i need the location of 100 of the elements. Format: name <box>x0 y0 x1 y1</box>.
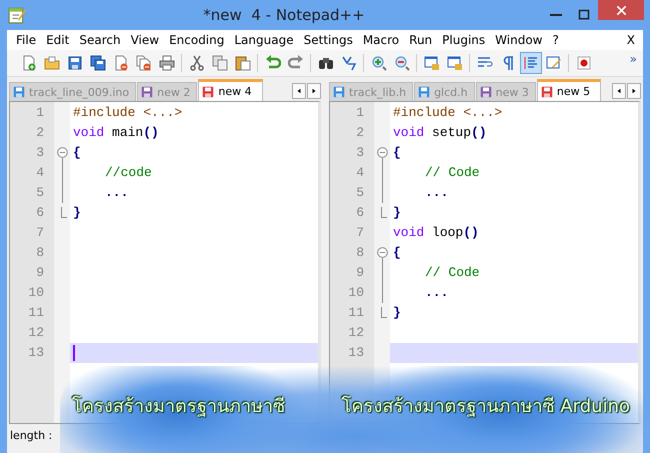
toolbar-overflow-button[interactable]: » <box>630 52 637 66</box>
line-number: 5 <box>355 184 365 202</box>
line-number: 3 <box>355 144 365 162</box>
panel-pen-icon <box>546 55 562 71</box>
line-number: 10 <box>347 284 365 302</box>
zoom-out-icon <box>394 55 410 71</box>
replace-icon <box>340 55 356 71</box>
file-tab[interactable]: new 5 <box>536 79 602 101</box>
menu-item[interactable]: View <box>126 33 164 47</box>
code-line: ... <box>425 284 448 302</box>
fold-end-line <box>61 207 67 218</box>
menu-item[interactable]: Macro <box>358 33 404 47</box>
line-number: 9 <box>355 264 365 282</box>
menu-item[interactable]: Language <box>229 33 299 47</box>
code-line: // Code <box>425 164 480 182</box>
code-line: void main() <box>73 124 159 142</box>
locked-window-icon <box>424 55 440 71</box>
caption: โครงสร้างมาตรฐานภาษาซี Arduino <box>342 394 630 419</box>
fold-end-line <box>381 207 387 218</box>
status-text: length : <box>10 428 52 442</box>
line-number: 4 <box>35 164 45 182</box>
zoom-in-icon <box>370 55 386 71</box>
redo-icon <box>288 55 304 71</box>
menu-item[interactable]: File <box>11 33 42 47</box>
tab-label: new 4 <box>218 85 252 98</box>
code-line: ... <box>425 184 448 202</box>
line-number: 2 <box>35 124 45 142</box>
tab-label: track_lib.h <box>349 86 406 98</box>
close-button[interactable] <box>598 0 644 20</box>
scroll-tabs-left-button[interactable] <box>612 83 626 99</box>
line-number: 1 <box>355 104 365 122</box>
code-line: #include <...> <box>73 104 182 122</box>
line-number: 9 <box>35 264 45 282</box>
line-number: 11 <box>27 304 45 322</box>
tab-label: new 5 <box>556 85 590 98</box>
code-line: { <box>393 244 401 262</box>
code-line: } <box>393 304 401 322</box>
menu-item[interactable]: Encoding <box>164 33 230 47</box>
line-number: 10 <box>27 284 45 302</box>
code-line: // Code <box>425 264 480 282</box>
code-line: ... <box>105 184 128 202</box>
close-document-button[interactable]: X <box>622 33 643 47</box>
code-line: void setup() <box>393 124 487 142</box>
menu-item[interactable]: Run <box>404 33 438 47</box>
fold-minus-icon[interactable] <box>376 247 388 258</box>
record-icon <box>576 55 592 71</box>
code-line: #include <...> <box>393 104 502 122</box>
close-icon <box>616 4 626 16</box>
save-all-icon <box>90 55 106 71</box>
scroll-tabs-right-button[interactable] <box>307 83 321 99</box>
line-number: 2 <box>355 124 365 142</box>
code-line: { <box>393 144 401 162</box>
code-line: } <box>393 204 401 222</box>
menu-item[interactable]: Search <box>74 33 126 47</box>
close-file-icon <box>112 55 128 71</box>
indent-guide-icon <box>522 55 538 71</box>
open-folder-icon <box>44 55 60 71</box>
text-caret <box>73 345 75 361</box>
copy-icon <box>212 55 228 71</box>
menu-item[interactable]: ? <box>547 33 564 47</box>
tab-label: new 3 <box>496 86 529 98</box>
fold-end-line <box>381 307 387 318</box>
line-number: 6 <box>355 204 365 222</box>
notepad-icon <box>8 6 26 24</box>
menu-item[interactable]: Settings <box>298 33 358 47</box>
fold-minus-icon[interactable] <box>56 147 68 158</box>
menu-item[interactable]: Plugins <box>437 33 490 47</box>
window-title: *new 4 - Notepad++ <box>202 6 366 24</box>
new-file-icon <box>20 55 36 71</box>
tab-label: glcd.h <box>434 86 468 98</box>
line-number: 5 <box>35 184 45 202</box>
line-number: 8 <box>35 244 45 262</box>
undo-icon <box>264 55 280 71</box>
fold-minus-icon[interactable] <box>376 147 388 158</box>
right-triangle-icon <box>631 87 637 95</box>
line-number: 4 <box>355 164 365 182</box>
save-icon <box>66 55 82 71</box>
scroll-tabs-left-button[interactable] <box>292 83 306 99</box>
binoculars-icon <box>318 55 334 71</box>
scroll-tabs-right-button[interactable] <box>627 83 641 99</box>
line-number: 1 <box>35 104 45 122</box>
code-line: //code <box>105 164 152 182</box>
indent-guide-button[interactable] <box>520 52 542 74</box>
cut-icon <box>188 55 204 71</box>
code-line: void loop() <box>393 224 479 242</box>
left-triangle-icon <box>296 87 302 95</box>
line-number: 12 <box>27 324 45 342</box>
left-triangle-icon <box>616 87 622 95</box>
line-number: 13 <box>27 344 45 362</box>
line-number: 12 <box>347 324 365 342</box>
line-number: 11 <box>347 304 365 322</box>
code-line: { <box>73 144 81 162</box>
code-line: } <box>73 204 81 222</box>
line-number: 7 <box>35 224 45 242</box>
menu-item[interactable]: Edit <box>41 33 74 47</box>
line-number: 7 <box>355 224 365 242</box>
line-number: 13 <box>347 344 365 362</box>
tab-label: new 2 <box>157 86 190 98</box>
file-tab[interactable]: new 4 <box>198 79 263 101</box>
menu-item[interactable]: Window <box>490 33 548 47</box>
